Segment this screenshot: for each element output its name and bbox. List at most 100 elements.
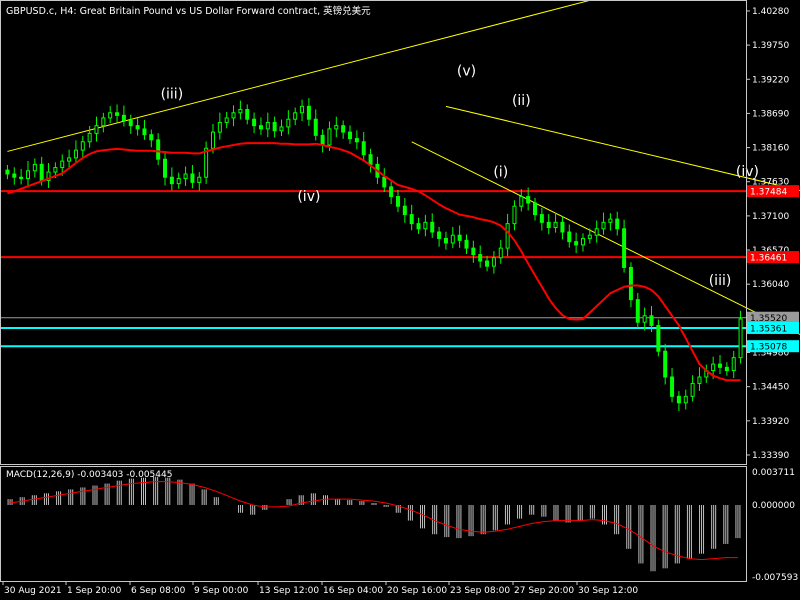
y-tick-label: 1.38160 bbox=[752, 144, 789, 154]
candle bbox=[128, 120, 133, 127]
candle bbox=[567, 231, 572, 243]
candle bbox=[25, 170, 30, 180]
candle bbox=[101, 117, 106, 127]
candle bbox=[19, 176, 24, 180]
candle bbox=[169, 176, 174, 185]
price-axis: 1.402801.397501.392201.386901.381601.376… bbox=[746, 7, 798, 583]
candle bbox=[642, 315, 647, 323]
candle bbox=[149, 134, 154, 141]
candle bbox=[670, 376, 675, 397]
macd-title: MACD(12,26,9) -0.003403 -0.005445 bbox=[6, 470, 173, 480]
candle bbox=[73, 149, 78, 159]
candle bbox=[649, 315, 654, 326]
candle bbox=[430, 221, 435, 233]
moving-average-line bbox=[7, 142, 741, 382]
y-tick-label: 1.33920 bbox=[752, 417, 789, 427]
x-tick-label: 9 Sep 00:00 bbox=[194, 586, 249, 596]
candle bbox=[252, 118, 257, 127]
candle bbox=[313, 118, 318, 136]
candle bbox=[67, 157, 72, 162]
candle bbox=[587, 234, 592, 239]
candle bbox=[615, 218, 620, 230]
candle bbox=[334, 125, 339, 130]
candle bbox=[293, 112, 298, 120]
price-level-tag-text: 1.35078 bbox=[750, 343, 787, 353]
wave-label: (iii) bbox=[161, 87, 184, 103]
candles bbox=[5, 98, 743, 412]
candle bbox=[183, 173, 188, 180]
candle bbox=[197, 176, 202, 183]
candle bbox=[245, 109, 250, 120]
candle bbox=[437, 231, 442, 239]
candle bbox=[80, 141, 85, 151]
candle bbox=[231, 112, 236, 119]
time-axis: 30 Aug 2021 1 Sep 20:00 6 Sep 08:00 9 Sep 0… bbox=[2, 581, 638, 596]
candle bbox=[32, 163, 37, 172]
y-tick-label: 1.33390 bbox=[752, 451, 789, 461]
candle bbox=[464, 239, 469, 249]
candle bbox=[560, 221, 565, 233]
macd-histogram bbox=[7, 476, 741, 572]
candle bbox=[580, 237, 585, 246]
candle bbox=[533, 202, 538, 216]
candle bbox=[382, 176, 387, 188]
candle bbox=[279, 126, 284, 132]
wave-label: (iii) bbox=[709, 273, 732, 289]
candle bbox=[94, 125, 99, 134]
candle bbox=[300, 105, 305, 114]
macd-tick-label: 0.000000 bbox=[752, 501, 795, 511]
wave-label: (ii) bbox=[512, 93, 531, 109]
candle bbox=[539, 214, 544, 223]
y-tick-label: 1.40280 bbox=[752, 7, 789, 17]
candle bbox=[622, 228, 627, 268]
wave-label: (v) bbox=[457, 63, 476, 79]
candle bbox=[217, 121, 222, 133]
candle bbox=[320, 134, 325, 146]
candle bbox=[656, 324, 661, 352]
x-tick-label: 20 Sep 16:00 bbox=[387, 586, 447, 596]
price-level-labels: 1.374841.364611.355201.353611.35078 bbox=[747, 185, 799, 353]
candle bbox=[87, 132, 92, 143]
candle bbox=[478, 254, 483, 262]
candle bbox=[724, 366, 729, 372]
candle bbox=[5, 169, 10, 175]
candle bbox=[265, 121, 270, 130]
candle bbox=[731, 357, 736, 372]
wave-label: (iv) bbox=[297, 189, 320, 205]
candle bbox=[601, 221, 606, 230]
candle bbox=[546, 221, 551, 228]
candle bbox=[135, 125, 140, 130]
candle bbox=[190, 173, 195, 183]
candle bbox=[663, 350, 668, 378]
macd-panel-border bbox=[0, 466, 747, 582]
candle bbox=[341, 125, 346, 133]
candle bbox=[450, 234, 455, 244]
candle bbox=[457, 234, 462, 241]
candle bbox=[306, 105, 311, 120]
candle bbox=[676, 395, 681, 404]
y-tick-label: 1.37100 bbox=[752, 212, 789, 222]
price-level-tag-text: 1.36461 bbox=[750, 254, 787, 264]
candle bbox=[224, 117, 229, 123]
candle bbox=[163, 158, 168, 178]
x-tick-label: 23 Sep 08:00 bbox=[450, 586, 510, 596]
price-level-tag-text: 1.37484 bbox=[750, 188, 787, 198]
candle bbox=[574, 241, 579, 246]
x-tick-label: 16 Sep 04:00 bbox=[323, 586, 383, 596]
x-tick-label: 13 Sep 12:00 bbox=[259, 586, 319, 596]
main-panel-border bbox=[0, 0, 747, 465]
x-tick-label: 30 Sep 12:00 bbox=[578, 586, 638, 596]
candle bbox=[683, 395, 688, 404]
candle bbox=[711, 363, 716, 372]
candle bbox=[389, 186, 394, 198]
chart-canvas[interactable]: (iii)(iv)(v)(ii)(i)(iv)(iii)(v)(iii)(iv)… bbox=[0, 0, 800, 600]
candle bbox=[594, 228, 599, 236]
wave-label: (i) bbox=[493, 165, 508, 181]
candle bbox=[402, 205, 407, 216]
candle bbox=[519, 196, 524, 207]
chart-title: GBPUSD.c, H4: Great Britain Pound vs US … bbox=[6, 6, 371, 17]
candle bbox=[258, 125, 263, 130]
candle bbox=[354, 138, 359, 143]
x-tick-label: 30 Aug 2021 bbox=[4, 586, 62, 596]
candle bbox=[60, 160, 65, 169]
